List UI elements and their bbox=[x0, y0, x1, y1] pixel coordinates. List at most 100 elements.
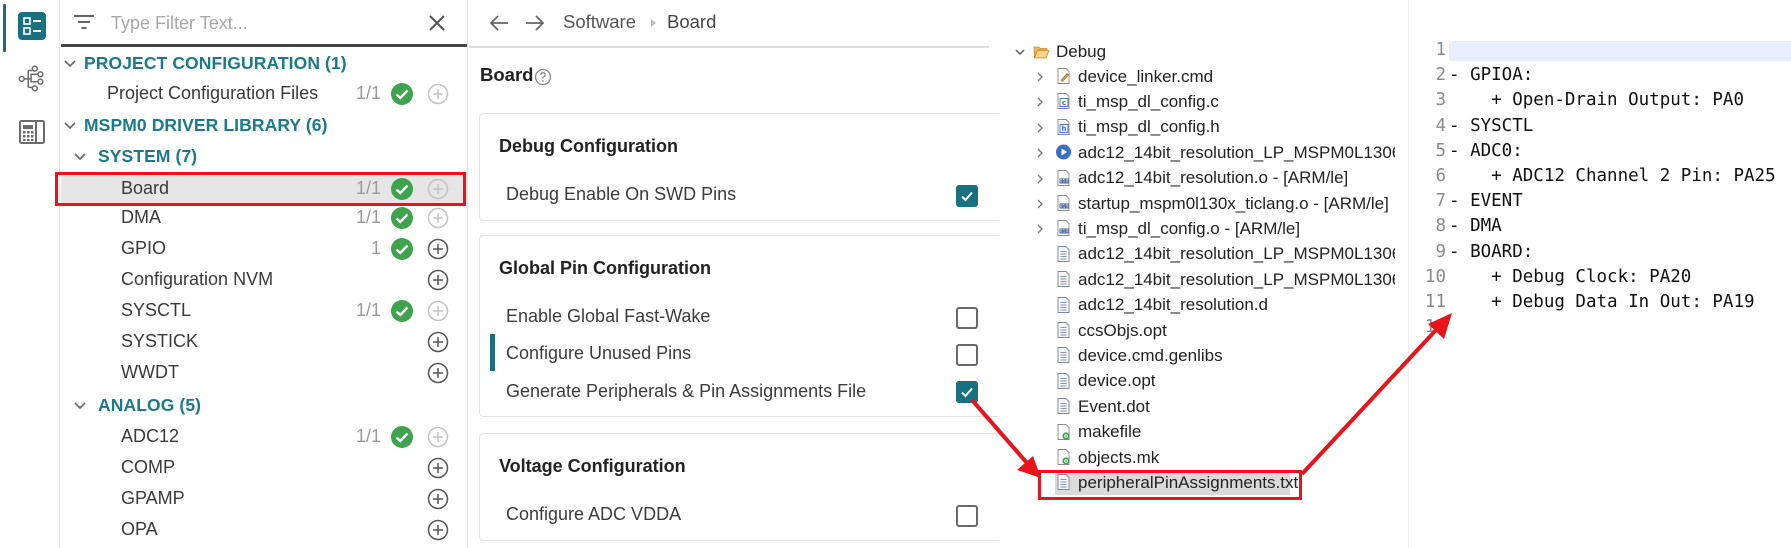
filter-bar bbox=[61, 0, 467, 47]
file-item[interactable]: adc12_14bit_resolution.d bbox=[1000, 293, 1395, 318]
tree-item-gpamp[interactable]: GPAMP bbox=[61, 483, 467, 514]
section-title: Debug Configuration bbox=[499, 136, 678, 156]
tree-item[interactable]: Project Configuration Files 1/1 bbox=[61, 78, 467, 109]
category-mspm0-driver-library[interactable]: MSPM0 DRIVER LIBRARY (6) bbox=[61, 110, 467, 141]
file-item[interactable]: c ti_msp_dl_config.c bbox=[1000, 89, 1395, 114]
file-item[interactable]: ccsObjs.opt bbox=[1000, 318, 1395, 343]
generate-pin-assignments-checkbox[interactable] bbox=[956, 381, 978, 403]
option-label: Generate Peripherals & Pin Assignments F… bbox=[506, 381, 867, 401]
editor-line[interactable]: 7- EVENT bbox=[1409, 191, 1791, 216]
category-system[interactable]: SYSTEM (7) bbox=[61, 141, 467, 172]
tree-item-dma[interactable]: DMA 1/1 bbox=[61, 202, 467, 233]
tree-item-wwdt[interactable]: WWDT bbox=[61, 357, 467, 388]
option-label: Configure Unused Pins bbox=[506, 343, 692, 363]
add-circle-icon[interactable] bbox=[427, 362, 449, 384]
file-item[interactable]: adc12_14bit_resolution_LP_MSPM0L1306_nc bbox=[1000, 242, 1395, 267]
debug-enable-swd-checkbox[interactable] bbox=[956, 185, 978, 207]
section-title: Voltage Configuration bbox=[499, 456, 686, 476]
text-file-icon bbox=[1057, 474, 1070, 491]
editor-line[interactable]: 11 + Debug Data In Out: PA19 bbox=[1409, 292, 1791, 317]
add-circle-icon[interactable] bbox=[427, 488, 449, 510]
tree-item-adc12[interactable]: ADC12 1/1 bbox=[61, 421, 467, 452]
filter-icon[interactable] bbox=[73, 13, 95, 31]
check-circle-icon bbox=[391, 425, 413, 448]
file-item[interactable]: objects.mk bbox=[1000, 445, 1395, 470]
text-editor[interactable]: 12- GPIOA: 3 + Open-Drain Output: PA0 4- S… bbox=[1408, 0, 1791, 548]
close-icon[interactable] bbox=[425, 11, 449, 35]
category-analog[interactable]: ANALOG (5) bbox=[61, 390, 467, 421]
file-item[interactable]: 010 startup_mspm0l130x_ticlang.o - [ARM/l… bbox=[1000, 191, 1395, 216]
add-circle-icon[interactable] bbox=[427, 457, 449, 479]
chevron-right-icon[interactable] bbox=[1034, 173, 1046, 185]
editor-line[interactable]: 6 + ADC12 Channel 2 Pin: PA25 bbox=[1409, 166, 1791, 191]
file-item[interactable]: adc12_14bit_resolution_LP_MSPM0L1306_nc bbox=[1000, 267, 1395, 292]
file-name: ti_msp_dl_config.o - [ARM/le] bbox=[1078, 218, 1301, 238]
add-circle-icon[interactable] bbox=[427, 238, 449, 260]
file-item[interactable]: h ti_msp_dl_config.h bbox=[1000, 115, 1395, 140]
editor-line[interactable]: 3 + Open-Drain Output: PA0 bbox=[1409, 90, 1791, 115]
configure-adc-vdda-checkbox[interactable] bbox=[956, 505, 978, 527]
check-circle-icon bbox=[391, 82, 413, 105]
tree-item-opa[interactable]: OPA bbox=[61, 514, 467, 545]
back-arrow-icon[interactable] bbox=[487, 12, 511, 34]
editor-line[interactable]: 5- ADC0: bbox=[1409, 141, 1791, 166]
add-circle-icon[interactable] bbox=[427, 331, 449, 353]
chevron-right-icon[interactable] bbox=[1034, 122, 1046, 134]
tree-item-board[interactable]: Board 1/1 bbox=[61, 173, 467, 204]
add-circle-icon[interactable] bbox=[427, 519, 449, 541]
add-circle-icon[interactable] bbox=[427, 207, 449, 229]
global-pin-configuration-card: Global Pin Configuration Enable Global F… bbox=[479, 235, 999, 417]
file-item[interactable]: 010 ti_msp_dl_config.o - [ARM/le] bbox=[1000, 216, 1395, 241]
chevron-right-icon[interactable] bbox=[1034, 71, 1046, 83]
forward-arrow-icon[interactable] bbox=[523, 12, 547, 34]
tree-item-gpio[interactable]: GPIO 1 bbox=[61, 233, 467, 264]
file-item[interactable]: Event.dot bbox=[1000, 394, 1395, 419]
editor-line[interactable]: 1 bbox=[1409, 40, 1791, 65]
configure-unused-pins-checkbox[interactable] bbox=[956, 344, 978, 366]
editor-line[interactable]: 2- GPIOA: bbox=[1409, 65, 1791, 90]
chevron-down-icon[interactable] bbox=[63, 119, 77, 133]
editor-line[interactable]: 12 bbox=[1409, 317, 1791, 342]
chevron-right-icon[interactable] bbox=[1034, 198, 1046, 210]
chevron-down-icon[interactable] bbox=[1014, 46, 1026, 58]
hierarchy-tree-icon[interactable] bbox=[18, 64, 46, 92]
tree-item-sysctl[interactable]: SYSCTL 1/1 bbox=[61, 295, 467, 326]
calculator-icon[interactable] bbox=[18, 118, 46, 146]
global-fast-wake-checkbox[interactable] bbox=[956, 307, 978, 329]
editor-line[interactable]: 4- SYSCTL bbox=[1409, 116, 1791, 141]
line-number: 8 bbox=[1435, 216, 1446, 237]
category-project-configuration[interactable]: PROJECT CONFIGURATION (1) bbox=[61, 48, 467, 79]
breadcrumb-software[interactable]: Software bbox=[563, 11, 636, 33]
chevron-down-icon[interactable] bbox=[63, 57, 77, 71]
file-item[interactable]: makefile bbox=[1000, 420, 1395, 445]
folder-debug[interactable]: Debug bbox=[1000, 39, 1395, 64]
chevron-right-icon[interactable] bbox=[1034, 96, 1046, 108]
file-item[interactable]: device.opt bbox=[1000, 369, 1395, 394]
filter-input[interactable] bbox=[111, 10, 411, 36]
add-circle-icon[interactable] bbox=[427, 269, 449, 291]
chevron-down-icon[interactable] bbox=[73, 150, 87, 164]
editor-line[interactable]: 8- DMA bbox=[1409, 216, 1791, 241]
add-circle-icon[interactable] bbox=[427, 83, 449, 105]
help-icon[interactable] bbox=[534, 68, 552, 86]
editor-line[interactable]: 9- BOARD: bbox=[1409, 242, 1791, 267]
editor-line[interactable]: 10 + Debug Clock: PA20 bbox=[1409, 267, 1791, 292]
tree-item-comp[interactable]: COMP bbox=[61, 452, 467, 483]
c-file-icon: c bbox=[1057, 93, 1070, 110]
open-folder-icon bbox=[1033, 46, 1050, 59]
tree-item-systick[interactable]: SYSTICK bbox=[61, 326, 467, 357]
chevron-down-icon[interactable] bbox=[73, 399, 87, 413]
add-circle-icon[interactable] bbox=[427, 178, 449, 200]
add-circle-icon[interactable] bbox=[427, 426, 449, 448]
chevron-right-icon[interactable] bbox=[1034, 147, 1046, 159]
tree-item-configuration-nvm[interactable]: Configuration NVM bbox=[61, 264, 467, 295]
list-view-icon[interactable] bbox=[18, 12, 46, 40]
chevron-right-icon[interactable] bbox=[1034, 223, 1046, 235]
file-item[interactable]: device.cmd.genlibs bbox=[1000, 343, 1395, 368]
file-item[interactable]: device_linker.cmd bbox=[1000, 64, 1395, 89]
file-item[interactable]: peripheralPinAssignments.txt bbox=[1000, 470, 1395, 496]
add-circle-icon[interactable] bbox=[427, 300, 449, 322]
file-name: adc12_14bit_resolution.o - [ARM/le] bbox=[1078, 168, 1349, 188]
file-item[interactable]: 010 adc12_14bit_resolution.o - [ARM/le] bbox=[1000, 166, 1395, 191]
file-item[interactable]: adc12_14bit_resolution_LP_MSPM0L1306_nc bbox=[1000, 140, 1395, 165]
